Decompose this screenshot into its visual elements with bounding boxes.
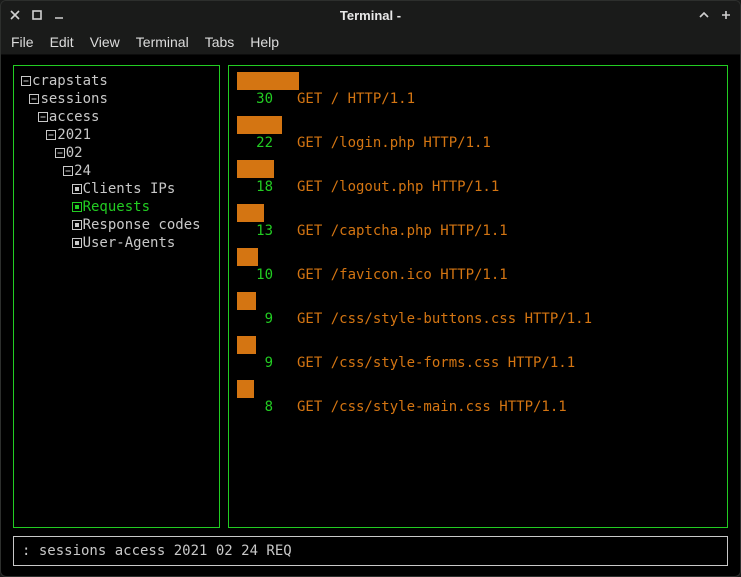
titlebar: Terminal - <box>1 1 740 29</box>
menu-item-help[interactable]: Help <box>250 34 279 50</box>
chart-label: GET /logout.php HTTP/1.1 <box>297 178 499 196</box>
chart-value: 22 <box>241 134 273 152</box>
tree-label: 2021 <box>57 126 91 144</box>
node-icon <box>71 180 83 198</box>
menu-item-edit[interactable]: Edit <box>50 34 74 50</box>
collapse-icon <box>28 90 40 108</box>
chart-row: 10 GET /favicon.ico HTTP/1.1 <box>237 248 719 284</box>
chart-value: 13 <box>241 222 273 240</box>
chart-bar <box>237 336 256 354</box>
chart-row: 18 GET /logout.php HTTP/1.1 <box>237 160 719 196</box>
titlebar-right-controls <box>698 9 732 21</box>
tree-label: Clients IPs <box>83 180 176 198</box>
chart-value-line: 10 GET /favicon.ico HTTP/1.1 <box>237 266 719 284</box>
tree-label: access <box>49 108 100 126</box>
status-text: : sessions access 2021 02 24 REQ <box>22 543 292 559</box>
chart-value-line: 9 GET /css/style-buttons.css HTTP/1.1 <box>237 310 719 328</box>
status-bar[interactable]: : sessions access 2021 02 24 REQ <box>13 536 728 566</box>
terminal-content: crapstats sessions access 2021 02 24 Cli… <box>1 55 740 576</box>
plus-icon[interactable] <box>720 9 732 21</box>
tree-item-02[interactable]: 02 <box>20 144 213 162</box>
tree-label: User-Agents <box>83 234 176 252</box>
menu-item-tabs[interactable]: Tabs <box>205 34 235 50</box>
tree-label: Requests <box>83 198 150 216</box>
node-icon <box>71 216 83 234</box>
menu-item-view[interactable]: View <box>90 34 120 50</box>
chevron-up-icon[interactable] <box>698 9 710 21</box>
tree-item-access[interactable]: access <box>20 108 213 126</box>
tree-label: Response codes <box>83 216 201 234</box>
chart-value: 9 <box>241 310 273 328</box>
chart-value: 30 <box>241 90 273 108</box>
collapse-icon <box>54 144 66 162</box>
chart-bar <box>237 380 254 398</box>
chart-value: 18 <box>241 178 273 196</box>
chart-row: 22 GET /login.php HTTP/1.1 <box>237 116 719 152</box>
chart-label: GET /css/style-main.css HTTP/1.1 <box>297 398 567 416</box>
chart-bar <box>237 72 299 90</box>
pane-container: crapstats sessions access 2021 02 24 Cli… <box>13 65 728 528</box>
minimize-icon[interactable] <box>53 9 65 21</box>
chart-bar <box>237 248 258 266</box>
menu-item-terminal[interactable]: Terminal <box>136 34 189 50</box>
tree-item-2021[interactable]: 2021 <box>20 126 213 144</box>
tree-label: 24 <box>74 162 91 180</box>
collapse-icon <box>45 126 57 144</box>
node-icon <box>71 198 83 216</box>
titlebar-left-controls <box>9 9 65 21</box>
tree-label: 02 <box>66 144 83 162</box>
chart-bar <box>237 116 282 134</box>
window-title: Terminal - <box>1 8 740 23</box>
tree-label: crapstats <box>32 72 108 90</box>
menu-item-file[interactable]: File <box>11 34 34 50</box>
chart-value-line: 8 GET /css/style-main.css HTTP/1.1 <box>237 398 719 416</box>
chart-label: GET /css/style-buttons.css HTTP/1.1 <box>297 310 592 328</box>
chart-value-line: 13 GET /captcha.php HTTP/1.1 <box>237 222 719 240</box>
collapse-icon <box>37 108 49 126</box>
chart-label: GET /login.php HTTP/1.1 <box>297 134 491 152</box>
chart-value-line: 30 GET / HTTP/1.1 <box>237 90 719 108</box>
maximize-icon[interactable] <box>31 9 43 21</box>
tree-item-clients-ips[interactable]: Clients IPs <box>20 180 213 198</box>
chart-label: GET / HTTP/1.1 <box>297 90 415 108</box>
collapse-icon <box>62 162 74 180</box>
chart-row: 30 GET / HTTP/1.1 <box>237 72 719 108</box>
chart-pane: 30 GET / HTTP/1.1 22 GET /login.php HTTP/1.… <box>228 65 728 528</box>
chart-value-line: 22 GET /login.php HTTP/1.1 <box>237 134 719 152</box>
chart-value: 9 <box>241 354 273 372</box>
chart-label: GET /favicon.ico HTTP/1.1 <box>297 266 508 284</box>
tree-item-sessions[interactable]: sessions <box>20 90 213 108</box>
collapse-icon <box>20 72 32 90</box>
chart-value: 10 <box>241 266 273 284</box>
chart-bar <box>237 292 256 310</box>
chart-row: 9 GET /css/style-forms.css HTTP/1.1 <box>237 336 719 372</box>
chart-row: 13 GET /captcha.php HTTP/1.1 <box>237 204 719 240</box>
chart-bar <box>237 160 274 178</box>
tree-item-requests[interactable]: Requests <box>20 198 213 216</box>
tree-item-response-codes[interactable]: Response codes <box>20 216 213 234</box>
chart-label: GET /css/style-forms.css HTTP/1.1 <box>297 354 575 372</box>
close-icon[interactable] <box>9 9 21 21</box>
terminal-window: Terminal - FileEditViewTerminalTabsHelp … <box>0 0 741 577</box>
chart-value-line: 18 GET /logout.php HTTP/1.1 <box>237 178 719 196</box>
chart-row: 8 GET /css/style-main.css HTTP/1.1 <box>237 380 719 416</box>
chart-value: 8 <box>241 398 273 416</box>
tree-item-user-agents[interactable]: User-Agents <box>20 234 213 252</box>
tree-item-crapstats[interactable]: crapstats <box>20 72 213 90</box>
node-icon <box>71 234 83 252</box>
tree-item-24[interactable]: 24 <box>20 162 213 180</box>
chart-label: GET /captcha.php HTTP/1.1 <box>297 222 508 240</box>
menubar: File Edit View Terminal Tabs Help <box>1 29 740 55</box>
chart-value-line: 9 GET /css/style-forms.css HTTP/1.1 <box>237 354 719 372</box>
chart-bar <box>237 204 264 222</box>
tree-pane: crapstats sessions access 2021 02 24 Cli… <box>13 65 220 528</box>
tree-label: sessions <box>40 90 107 108</box>
chart-row: 9 GET /css/style-buttons.css HTTP/1.1 <box>237 292 719 328</box>
